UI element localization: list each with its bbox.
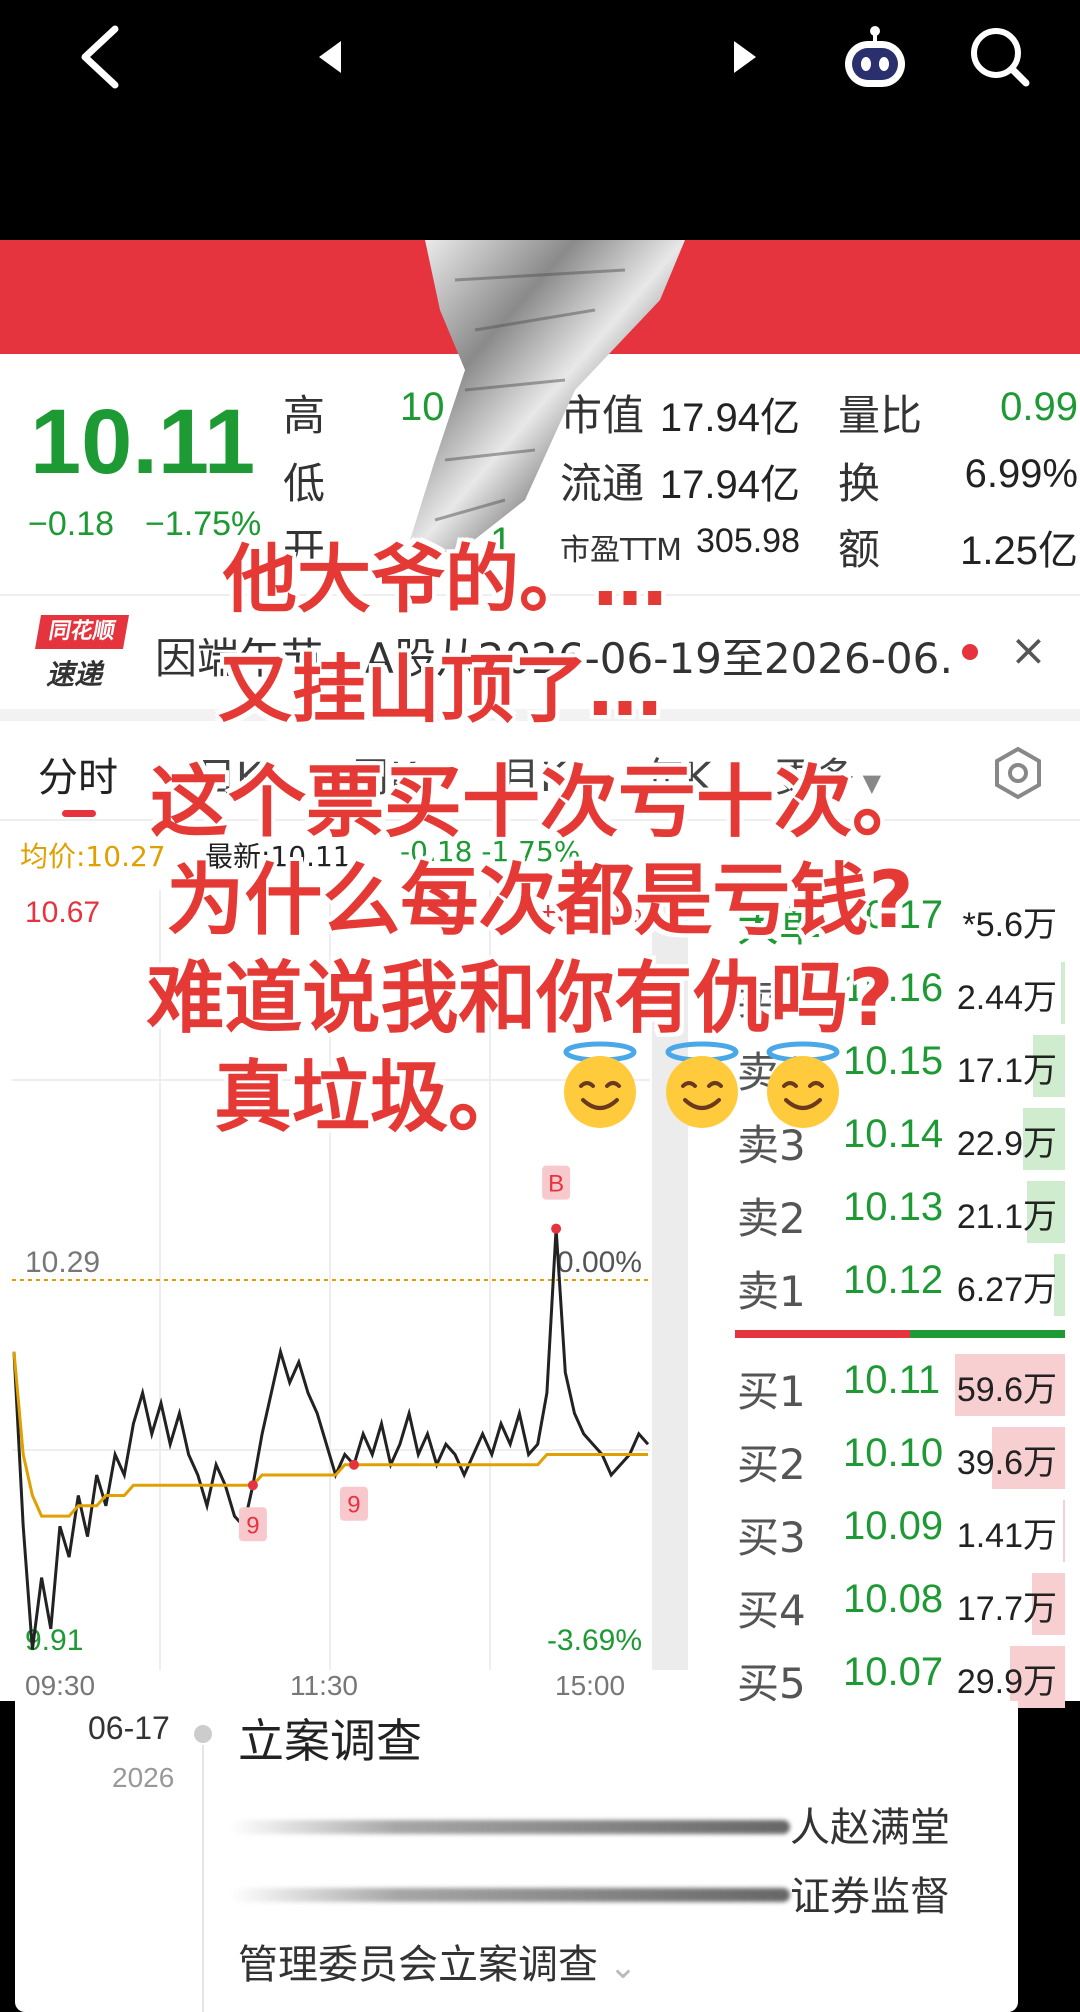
buy-level-price: 10.07 (843, 1650, 944, 1694)
buy-level-price: 10.08 (843, 1577, 944, 1621)
prev-arrow-icon[interactable] (300, 0, 360, 114)
robot-icon[interactable] (835, 0, 915, 114)
event-text-line2: 证券监督 (790, 1874, 950, 1920)
buy-row-0: 买1 10.11 59.6万 (735, 1350, 1065, 1420)
stat-label-low: 低 (283, 459, 326, 508)
y-prev-close-label: 10.29 (25, 1246, 100, 1279)
buy-level-label: 买1 (737, 1367, 806, 1416)
event-text-line3-text: 管理委员会立案调查 (238, 1942, 598, 1988)
sell-row-5: 卖1 10.12 6.27万 (735, 1250, 1065, 1320)
search-icon[interactable] (955, 0, 1045, 114)
sell-level-label: 卖1 (737, 1267, 806, 1316)
buy-level-price: 10.09 (843, 1504, 944, 1548)
stat-value-volratio: 0.99 (1000, 385, 1078, 429)
event-date: 06-17 (88, 1710, 170, 1746)
buy-level-volume: 29.9万 (956, 1663, 1057, 1701)
stat-label-high: 高 (283, 391, 326, 440)
sell-row-4: 卖2 10.13 21.1万 (735, 1177, 1065, 1247)
event-title: 立案调查 (238, 1714, 422, 1768)
smiling-face-with-halo-icon (563, 1041, 637, 1128)
trade-marker-label: 9 (347, 1492, 360, 1519)
caption-line-1: 他大爷的。… (223, 537, 667, 623)
buy-level-label: 买2 (737, 1440, 806, 1489)
top-black-area (0, 0, 1080, 240)
caption-line-3: 这个票买十次亏十次。 (149, 758, 930, 848)
buy-level-volume: 59.6万 (956, 1371, 1057, 1409)
buy-volume-bar (1062, 1500, 1065, 1562)
sell-level-volume: 17.1万 (956, 1052, 1057, 1090)
x-tick-midday: 11:30 (290, 1670, 358, 1700)
sell-level-price: 10.13 (843, 1185, 944, 1229)
event-text-line3: 管理委员会立案调查 ⌄ (238, 1932, 637, 1990)
trade-marker-label: 9 (246, 1512, 259, 1539)
timeline-dot (194, 1725, 212, 1743)
buy-row-2: 买3 10.09 1.41万 (735, 1496, 1065, 1566)
trade-marker-label: B (548, 1171, 564, 1198)
pct-mid-label: 0.00% (557, 1246, 642, 1279)
buy-level-volume: 17.7万 (956, 1590, 1057, 1628)
last-price: 10.11 (30, 391, 256, 493)
sell-volume-bar (1060, 962, 1065, 1024)
trade-markers: 9 9 B (238, 1165, 571, 1542)
buy-level-price: 10.10 (843, 1431, 944, 1475)
event-year: 2026 (112, 1762, 175, 1793)
sell-level-volume: 21.1万 (956, 1198, 1057, 1236)
close-icon[interactable]: × (1010, 625, 1047, 676)
event-text-line1: 人赵满堂 (790, 1805, 950, 1851)
pct-low-label: -3.69% (547, 1624, 642, 1657)
buy-level-volume: 1.41万 (956, 1517, 1057, 1555)
caption-line-4: 为什么每次都是亏钱? (166, 856, 914, 946)
buy-row-3: 买4 10.08 17.7万 (735, 1569, 1065, 1639)
stat-value-turnover: 6.99% (964, 452, 1078, 496)
caption-line-5: 难道说我和你有仇吗? (146, 954, 894, 1044)
x-tick-open: 09:30 (25, 1670, 95, 1700)
caption-line-2: 又挂山顶了… (218, 647, 662, 733)
sell-level-volume: 22.9万 (956, 1125, 1057, 1163)
trade-marker-dot (348, 1459, 359, 1470)
chevron-down-icon[interactable]: ⌄ (598, 1947, 638, 1987)
buy-row-1: 买2 10.10 39.6万 (735, 1423, 1065, 1493)
buy-level-label: 买3 (737, 1513, 806, 1562)
buy-level-label: 买4 (737, 1586, 806, 1635)
sell-level-volume: 6.27万 (956, 1271, 1057, 1309)
buy-sell-ratio-bar (735, 1330, 1065, 1338)
stat-label-turnover: 换 (838, 459, 881, 508)
smiling-face-with-halo-icon (766, 1041, 840, 1128)
trade-marker-dot (247, 1480, 258, 1491)
handwritten-scribble (230, 1820, 790, 1834)
next-arrow-icon[interactable] (715, 0, 775, 114)
buy-level-volume: 39.6万 (956, 1444, 1057, 1482)
sell-level-price: 10.12 (843, 1258, 944, 1302)
sell-level-label: 卖2 (737, 1194, 806, 1243)
smiling-face-with-halo-icon (665, 1041, 739, 1128)
stat-label-volratio: 量比 (838, 391, 923, 440)
back-arrow-icon[interactable] (60, 0, 140, 114)
trade-marker-dot (551, 1223, 562, 1234)
buy-level-price: 10.11 (843, 1358, 941, 1402)
x-tick-close: 15:00 (555, 1670, 625, 1700)
timeline-line (202, 1745, 204, 2012)
handwritten-scribble (230, 1888, 790, 1902)
